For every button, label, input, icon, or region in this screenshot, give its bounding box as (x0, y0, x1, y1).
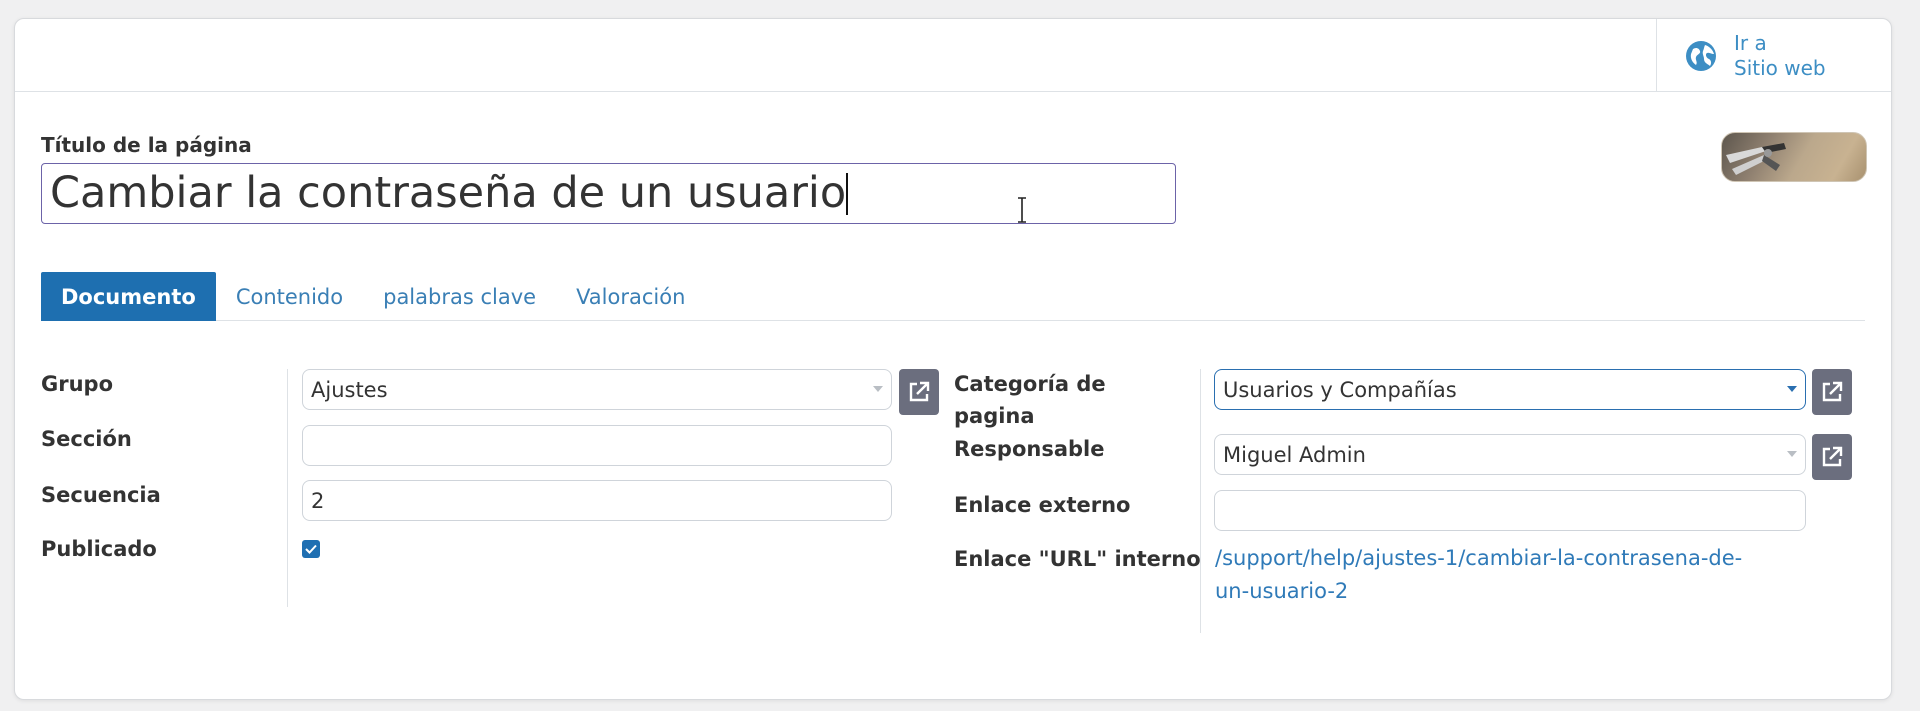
cover-image[interactable] (1721, 132, 1867, 182)
external-link-icon (1822, 381, 1843, 402)
categoria-label-line1: Categoría de (954, 372, 1106, 396)
tab-contenido[interactable]: Contenido (216, 272, 363, 321)
website-label-line2: Sitio web (1734, 55, 1826, 80)
notebook-tabs: Documento Contenido palabras clave Valor… (41, 272, 1865, 321)
categoria-label-line2: pagina (954, 404, 1035, 428)
right-column-divider (1200, 369, 1201, 633)
categoria-select[interactable]: Usuarios y Compañías (1214, 369, 1806, 410)
go-to-website-label: Ir a Sitio web (1734, 31, 1826, 81)
chevron-down-icon (1787, 386, 1797, 392)
tab-documento[interactable]: Documento (41, 272, 216, 321)
responsable-value: Miguel Admin (1223, 442, 1366, 467)
responsable-open-external-button[interactable] (1812, 434, 1852, 480)
chevron-down-icon (1787, 451, 1797, 457)
page-title-value: Cambiar la contraseña de un usuario (50, 168, 847, 218)
text-caret (846, 173, 849, 215)
enlace-interno-label: Enlace "URL" interno (954, 547, 1201, 571)
form-sheet: Ir a Sitio web Título de la página Cambi… (14, 18, 1892, 700)
categoria-value: Usuarios y Compañías (1223, 377, 1457, 402)
grupo-select[interactable]: Ajustes (302, 369, 892, 410)
title-field-label: Título de la página (41, 133, 252, 157)
checkmark-icon (305, 544, 317, 554)
go-to-website-button[interactable]: Ir a Sitio web (1656, 19, 1891, 92)
website-label-line1: Ir a (1734, 30, 1767, 55)
publicado-checkbox[interactable] (302, 540, 320, 558)
secuencia-label: Secuencia (41, 483, 161, 507)
enlace-externo-input[interactable] (1214, 490, 1806, 531)
seccion-input[interactable] (302, 425, 892, 466)
enlace-externo-label: Enlace externo (954, 493, 1131, 517)
tab-palabras-clave[interactable]: palabras clave (363, 272, 556, 321)
enlace-interno-link[interactable]: /support/help/ajustes-1/cambiar-la-contr… (1215, 542, 1742, 608)
control-panel: Ir a Sitio web (15, 19, 1891, 92)
responsable-label: Responsable (954, 437, 1105, 461)
seccion-label: Sección (41, 427, 132, 451)
tab-valoracion[interactable]: Valoración (556, 272, 705, 321)
grupo-value: Ajustes (311, 377, 388, 402)
page-title-input[interactable]: Cambiar la contraseña de un usuario (41, 163, 1176, 224)
ibeam-cursor-icon (1018, 197, 1026, 223)
categoria-label: Categoría de pagina (954, 368, 1106, 432)
responsable-select[interactable]: Miguel Admin (1214, 434, 1806, 475)
external-link-icon (1822, 446, 1843, 467)
external-link-icon (909, 381, 930, 402)
chevron-down-icon (873, 386, 883, 392)
pliers-image-icon (1726, 143, 1786, 175)
publicado-label: Publicado (41, 537, 157, 561)
globe-icon (1686, 40, 1716, 71)
secuencia-input[interactable]: 2 (302, 480, 892, 521)
grupo-label: Grupo (41, 372, 114, 396)
grupo-open-external-button[interactable] (899, 369, 939, 415)
enlace-interno-line2: un-usuario-2 (1215, 579, 1349, 603)
enlace-interno-line1: /support/help/ajustes-1/cambiar-la-contr… (1215, 546, 1743, 570)
secuencia-value: 2 (311, 488, 325, 513)
categoria-open-external-button[interactable] (1812, 369, 1852, 415)
left-column-divider (287, 369, 288, 607)
